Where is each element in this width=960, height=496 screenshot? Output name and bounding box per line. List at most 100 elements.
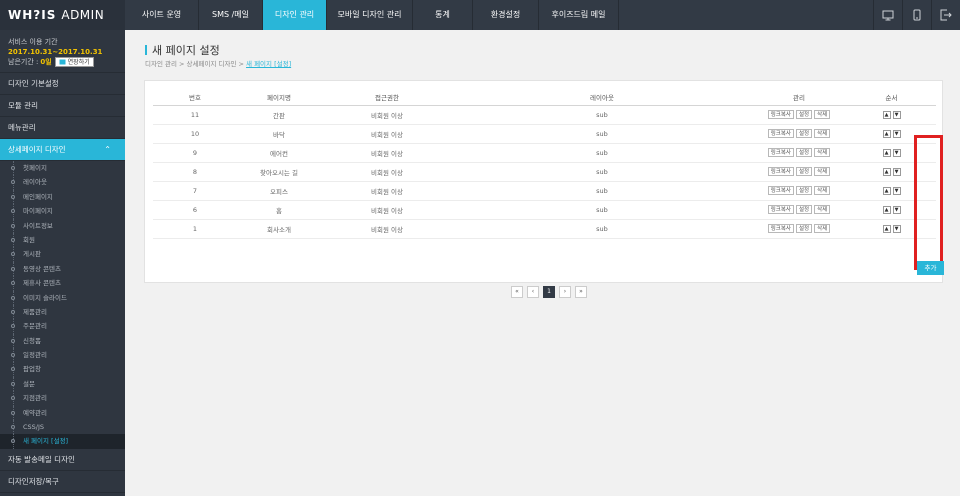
move-up-icon[interactable]: ▲ [882, 225, 891, 233]
delete-button[interactable]: 삭제 [814, 186, 831, 195]
mobile-icon[interactable] [902, 0, 931, 30]
setting-button[interactable]: 설정 [796, 148, 813, 157]
pagination: « ‹ 1 › » [509, 286, 589, 298]
delete-button[interactable]: 삭제 [814, 167, 831, 176]
move-down-icon[interactable]: ▼ [892, 111, 901, 119]
breadcrumb-current[interactable]: 새 페이지 [설정] [246, 60, 291, 68]
nav-item-1[interactable]: SMS /메일 [199, 0, 263, 30]
nav-item-6[interactable]: 후이즈드림 메일 [539, 0, 619, 30]
col-no: 번호 [153, 90, 237, 106]
submenu-item-label: CSS/JS [23, 423, 45, 432]
extend-button[interactable]: 연장하기 [54, 57, 94, 67]
nav-item-3[interactable]: 모바일 디자인 관리 [327, 0, 413, 30]
page-button[interactable]: 1 [543, 286, 555, 298]
move-down-icon[interactable]: ▼ [892, 187, 901, 195]
submenu-item[interactable]: 마이페이지 [0, 204, 125, 219]
submenu-item[interactable]: 제품관리 [0, 304, 125, 320]
menu-detail-page-design[interactable]: 상세페이지 디자인 ⌃ [0, 139, 125, 161]
submenu-item[interactable]: 동영상 콘텐츠 [0, 261, 125, 277]
cell-name: 에어컨 [237, 143, 321, 163]
move-down-icon[interactable]: ▼ [892, 168, 901, 176]
nav-item-5[interactable]: 환경설정 [473, 0, 539, 30]
setting-button[interactable]: 설정 [796, 224, 813, 233]
submenu-item[interactable]: 주문관리 [0, 319, 125, 335]
setting-button[interactable]: 설정 [796, 167, 813, 176]
submenu-item-label: 동영상 콘텐츠 [23, 264, 61, 273]
setting-button[interactable]: 설정 [796, 186, 813, 195]
submenu-item[interactable]: 지점관리 [0, 391, 125, 407]
submenu-item[interactable]: 사이트정보 [0, 218, 125, 234]
menu-auto-mail-design[interactable]: 자동 발송메일 디자인 [0, 449, 125, 471]
setting-button[interactable]: 설정 [796, 110, 813, 119]
move-up-icon[interactable]: ▲ [882, 149, 891, 157]
nav-item-0[interactable]: 사이트 운영 [125, 0, 199, 30]
menu-menu-manage[interactable]: 메뉴관리 [0, 117, 125, 139]
setting-button[interactable]: 설정 [796, 205, 813, 214]
move-down-icon[interactable]: ▼ [892, 206, 901, 214]
submenu-item[interactable]: 새 페이지 [설정] [0, 434, 125, 450]
link-copy-button[interactable]: 링크복사 [767, 186, 794, 195]
menu-detail-page-design-label: 상세페이지 디자인 [8, 145, 66, 154]
link-copy-button[interactable]: 링크복사 [767, 110, 794, 119]
menu-module[interactable]: 모듈 관리 [0, 95, 125, 117]
first-page-button[interactable]: « [511, 286, 523, 298]
link-copy-button[interactable]: 링크복사 [767, 224, 794, 233]
move-up-icon[interactable]: ▲ [882, 187, 891, 195]
move-down-icon[interactable]: ▼ [892, 149, 901, 157]
cell-manage: 링크복사 설정 삭제 [751, 124, 847, 144]
cell-name: 회사소개 [237, 219, 321, 239]
submenu-item[interactable]: 신청폼 [0, 333, 125, 349]
next-page-button[interactable]: › [559, 286, 571, 298]
move-up-icon[interactable]: ▲ [882, 111, 891, 119]
cell-layout: sub [453, 143, 751, 163]
move-down-icon[interactable]: ▼ [892, 225, 901, 233]
setting-button[interactable]: 설정 [796, 129, 813, 138]
submenu-item[interactable]: CSS/JS [0, 420, 125, 435]
submenu-item[interactable]: 메인페이지 [0, 189, 125, 205]
monitor-icon[interactable] [873, 0, 902, 30]
delete-button[interactable]: 삭제 [814, 205, 831, 214]
submenu-item[interactable]: 게시판 [0, 247, 125, 263]
link-copy-button[interactable]: 링크복사 [767, 205, 794, 214]
submenu-item[interactable]: 첫페이지 [0, 161, 125, 176]
table-row: 8 찾아오시는 길 비회원 이상 sub 링크복사 설정 삭제 ▲ ▼ [153, 162, 936, 182]
logo[interactable]: WH?IS ADMIN [0, 0, 125, 30]
link-copy-button[interactable]: 링크복사 [767, 148, 794, 157]
nav-item-4[interactable]: 통계 [413, 0, 473, 30]
menu-design-backup[interactable]: 디자인저장/복구 [0, 471, 125, 493]
bullet-icon [11, 381, 15, 386]
delete-button[interactable]: 삭제 [814, 110, 831, 119]
col-name: 페이지명 [237, 90, 321, 106]
cell-no: 10 [153, 124, 237, 144]
move-up-icon[interactable]: ▲ [882, 206, 891, 214]
delete-button[interactable]: 삭제 [814, 224, 831, 233]
link-copy-button[interactable]: 링크복사 [767, 129, 794, 138]
delete-button[interactable]: 삭제 [814, 129, 831, 138]
bullet-icon [11, 324, 15, 329]
submenu-item[interactable]: 설문 [0, 376, 125, 392]
cell-name: 간판 [237, 105, 321, 125]
bullet-icon [11, 410, 15, 415]
menu-design-basic[interactable]: 디자인 기본설정 [0, 73, 125, 95]
logout-icon[interactable] [931, 0, 960, 30]
submenu-item[interactable]: 일정관리 [0, 348, 125, 363]
submenu-item[interactable]: 팝업창 [0, 362, 125, 378]
cell-no: 11 [153, 105, 237, 125]
prev-page-button[interactable]: ‹ [527, 286, 539, 298]
submenu-item[interactable]: 제휴사 콘텐츠 [0, 276, 125, 291]
delete-button[interactable]: 삭제 [814, 148, 831, 157]
breadcrumb-path: 디자인 관리 > 상세페이지 디자인 > [145, 60, 247, 68]
submenu-item[interactable]: 이미지 슬라이드 [0, 290, 125, 306]
add-button[interactable]: 추가 [917, 261, 944, 275]
move-up-icon[interactable]: ▲ [882, 130, 891, 138]
move-up-icon[interactable]: ▲ [882, 168, 891, 176]
link-copy-button[interactable]: 링크복사 [767, 167, 794, 176]
bullet-icon [11, 252, 15, 257]
nav-item-2[interactable]: 디자인 관리 [263, 0, 327, 30]
last-page-button[interactable]: » [575, 286, 587, 298]
submenu-item[interactable]: 회원 [0, 232, 125, 248]
service-info: 서비스 이용 기간 2017.10.31~2017.10.31 남은기간 : 0… [0, 30, 125, 73]
submenu-item[interactable]: 예약관리 [0, 405, 125, 421]
move-down-icon[interactable]: ▼ [892, 130, 901, 138]
submenu-item[interactable]: 레이아웃 [0, 175, 125, 191]
